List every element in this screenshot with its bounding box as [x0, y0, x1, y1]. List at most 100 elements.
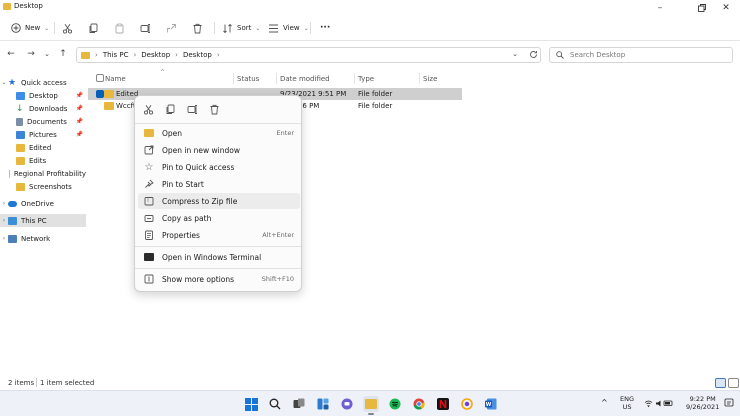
menu-item-show-more-options[interactable]: Show more options Shift+F10	[138, 271, 300, 287]
breadcrumb-this-pc[interactable]: This PC	[103, 51, 129, 59]
back-button[interactable]: ←	[4, 47, 18, 61]
view-button[interactable]: View ⌄	[268, 20, 309, 36]
sidebar-item-edited[interactable]: Edited	[0, 141, 86, 154]
copy-icon[interactable]	[165, 104, 176, 115]
sidebar-item-regional-profitability[interactable]: Regional Profitability	[0, 167, 86, 180]
refresh-button[interactable]	[526, 47, 540, 61]
forward-button[interactable]: →	[24, 47, 38, 61]
rename-icon	[140, 23, 151, 34]
taskbar-chrome[interactable]	[411, 396, 427, 412]
new-button[interactable]: New ⌄	[10, 20, 49, 36]
sidebar-item-quick-access[interactable]: ⌄ ★ Quick access	[0, 76, 86, 89]
item-count: 2 items	[8, 379, 35, 387]
column-header-date-modified[interactable]: Date modified	[280, 72, 330, 85]
picture-icon	[16, 130, 25, 139]
menu-item-open-terminal[interactable]: Open in Windows Terminal	[138, 249, 300, 265]
scissors-icon[interactable]	[143, 104, 154, 115]
netflix-icon	[437, 398, 449, 410]
sidebar-item-onedrive[interactable]: › OneDrive	[0, 197, 86, 210]
tiles-view-button[interactable]	[728, 378, 739, 388]
rename-icon[interactable]	[187, 104, 198, 115]
menu-item-compress-zip[interactable]: Compress to Zip file	[138, 193, 300, 209]
copy-path-icon	[143, 212, 155, 224]
folder-icon	[81, 51, 90, 59]
sidebar-item-network[interactable]: › Network	[0, 232, 86, 245]
sidebar-item-edits[interactable]: Edits	[0, 154, 86, 167]
sort-button[interactable]: Sort ⌄	[222, 20, 260, 36]
context-menu: Open Enter Open in new window ☆ Pin to Q…	[134, 95, 302, 292]
taskbar-file-explorer[interactable]	[363, 396, 379, 415]
sidebar-item-downloads[interactable]: ↓ Downloads 📌	[0, 102, 86, 115]
search-input[interactable]	[570, 51, 720, 59]
menu-item-copy-as-path[interactable]: Copy as path	[138, 210, 300, 226]
up-button[interactable]: ↑	[56, 47, 70, 61]
close-button[interactable]: ✕	[712, 0, 740, 15]
sidebar-item-this-pc[interactable]: › This PC	[0, 214, 86, 227]
menu-item-open[interactable]: Open Enter	[138, 125, 300, 141]
more-options-icon	[143, 273, 155, 285]
widgets-icon	[317, 398, 329, 410]
row-checkbox[interactable]	[96, 90, 104, 98]
taskbar-netflix[interactable]	[435, 396, 451, 412]
clock[interactable]: 9:22 PM 9/26/2021	[686, 395, 719, 411]
minimize-button[interactable]: –	[646, 0, 674, 15]
search-box[interactable]	[549, 47, 733, 63]
select-all-checkbox[interactable]	[96, 74, 104, 82]
recent-locations-button[interactable]: ⌄	[40, 47, 54, 61]
paste-button[interactable]	[114, 20, 125, 36]
taskbar-search-button[interactable]	[267, 396, 283, 412]
taskbar-app[interactable]	[459, 396, 475, 412]
taskbar: W ^ ENG US 9:22 PM 9/26/2021	[0, 390, 740, 416]
menu-item-pin-quick-access[interactable]: ☆ Pin to Quick access	[138, 159, 300, 175]
share-button[interactable]	[166, 20, 177, 36]
delete-button[interactable]	[192, 20, 203, 36]
star-icon: ★	[8, 77, 17, 88]
tray-chevron-up-icon[interactable]: ^	[601, 399, 608, 407]
desktop-icon	[16, 91, 25, 100]
file-type: File folder	[358, 102, 393, 110]
column-header-status[interactable]: Status	[237, 72, 259, 85]
copy-button[interactable]	[88, 20, 99, 36]
address-dropdown-button[interactable]: ⌄	[508, 47, 522, 61]
cut-button[interactable]	[62, 20, 73, 36]
view-label: View	[283, 24, 300, 32]
more-options-button[interactable]: ···	[320, 20, 330, 36]
column-header-name[interactable]: Name	[105, 72, 126, 85]
taskbar-word[interactable]: W	[483, 396, 499, 412]
address-row: ← → ⌄ ↑ › This PC › Desktop › Desktop › …	[0, 44, 740, 66]
breadcrumb-desktop-current[interactable]: Desktop	[183, 51, 212, 59]
tray-status-icons[interactable]	[644, 399, 674, 410]
app-circle-icon	[461, 398, 473, 410]
folder-icon	[16, 156, 25, 165]
sidebar-item-screenshots[interactable]: Screenshots	[0, 180, 86, 193]
pin-icon	[143, 178, 155, 190]
menu-item-open-new-window[interactable]: Open in new window	[138, 142, 300, 158]
chat-button[interactable]	[339, 396, 355, 412]
widgets-button[interactable]	[315, 396, 331, 412]
taskbar-spotify[interactable]	[387, 396, 403, 412]
start-button[interactable]	[243, 396, 259, 412]
task-view-button[interactable]	[291, 396, 307, 412]
menu-item-properties[interactable]: Properties Alt+Enter	[138, 227, 300, 243]
notification-icon[interactable]	[724, 398, 734, 410]
column-header-type[interactable]: Type	[358, 72, 374, 85]
trash-icon[interactable]	[209, 104, 220, 115]
details-view-button[interactable]	[715, 378, 726, 388]
terminal-icon	[143, 251, 155, 263]
copy-icon	[88, 23, 99, 34]
sidebar-item-documents[interactable]: Documents 📌	[0, 115, 86, 128]
column-divider	[276, 73, 277, 84]
address-bar[interactable]: › This PC › Desktop › Desktop ›	[76, 47, 541, 63]
sidebar-item-pictures[interactable]: Pictures 📌	[0, 128, 86, 141]
chevron-down-icon: ⌄	[1, 79, 7, 86]
column-header-size[interactable]: Size	[423, 72, 437, 85]
download-icon: ↓	[16, 103, 24, 114]
sidebar-item-desktop[interactable]: Desktop 📌	[0, 89, 86, 102]
language-indicator[interactable]: ENG US	[620, 395, 634, 411]
breadcrumb-desktop[interactable]: Desktop	[141, 51, 170, 59]
rename-button[interactable]	[140, 20, 151, 36]
chevron-right-icon: ›	[216, 51, 220, 59]
menu-item-pin-start[interactable]: Pin to Start	[138, 176, 300, 192]
share-icon	[166, 23, 177, 34]
divider	[310, 22, 311, 34]
